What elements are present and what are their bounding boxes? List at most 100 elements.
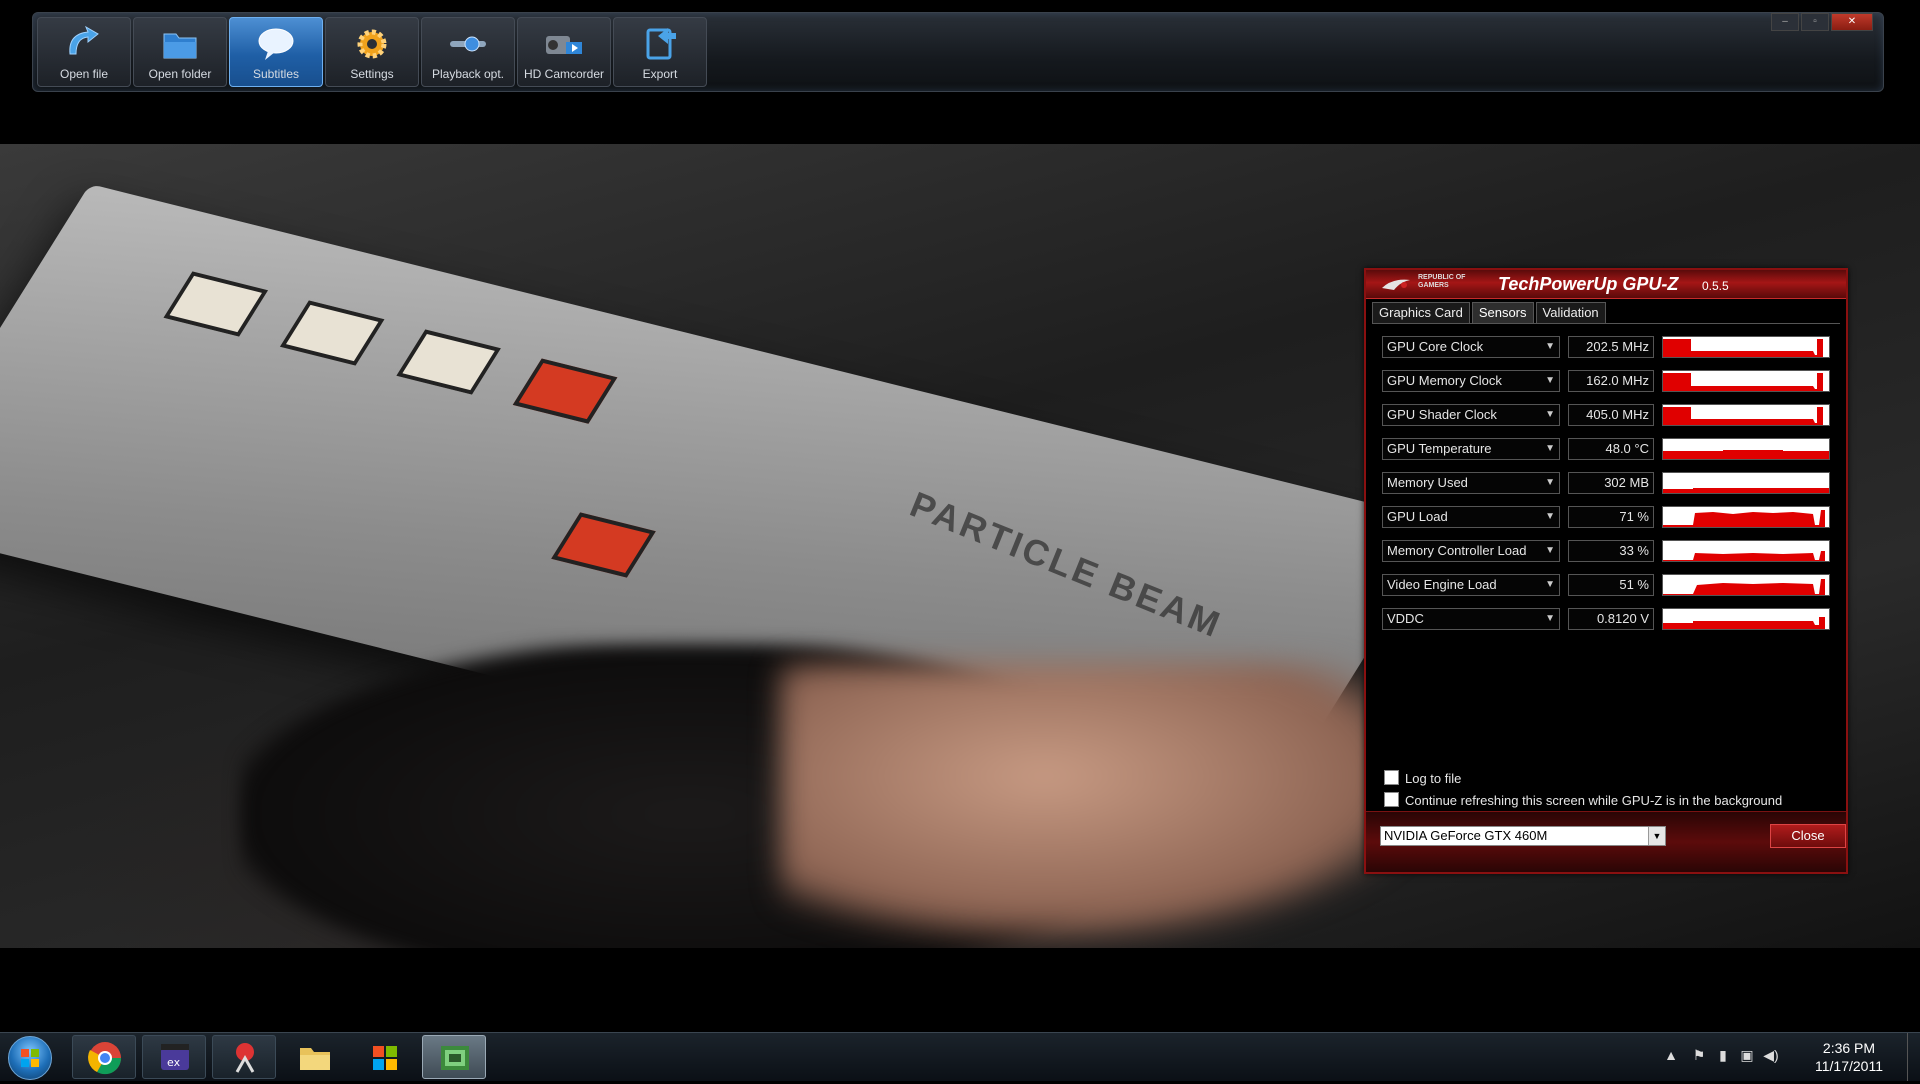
taskbar-explorer[interactable] [282,1035,346,1079]
settings-button[interactable]: Settings [325,17,419,87]
export-button[interactable]: Export [613,17,707,87]
volume-icon[interactable]: ◀) [1762,1047,1780,1065]
folder-icon [300,1048,330,1070]
action-center-flag-icon[interactable]: ⚑ [1690,1047,1708,1065]
windows-flag-icon [373,1046,397,1070]
slider-icon [450,36,486,52]
speech-bubble-icon [258,28,294,60]
clock[interactable]: 2:36 PM 11/17/2011 [1804,1039,1894,1075]
sensor-name: Video Engine Load [1387,577,1497,592]
sensor-name-dropdown[interactable]: VDDC ▼ [1382,608,1560,630]
tab-divider [1372,323,1840,324]
sensor-name: GPU Memory Clock [1387,373,1502,388]
gpu-select[interactable]: NVIDIA GeForce GTX 460M ▼ [1380,826,1666,846]
network-icon[interactable]: ▣ [1738,1047,1756,1065]
chevron-down-icon: ▼ [1545,341,1555,352]
sensor-name-dropdown[interactable]: Memory Used ▼ [1382,472,1560,494]
gpu-z-icon [441,1046,469,1070]
chevron-down-icon: ▼ [1545,375,1555,386]
sensor-name-dropdown[interactable]: Memory Controller Load ▼ [1382,540,1560,562]
log-to-file-option[interactable]: Log to file [1384,770,1461,786]
tab-sensors[interactable]: Sensors [1471,302,1534,323]
subtitles-label: Subtitles [252,67,300,81]
hd-camcorder-button[interactable]: HD Camcorder [517,17,611,87]
sensor-graph [1662,506,1830,528]
power-icon[interactable]: ▮ [1714,1047,1732,1065]
sensor-name-dropdown[interactable]: GPU Memory Clock ▼ [1382,370,1560,392]
tab-graphics-card[interactable]: Graphics Card [1372,302,1470,323]
sensor-name-dropdown[interactable]: GPU Shader Clock ▼ [1382,404,1560,426]
maximize-button[interactable]: ▫ [1801,13,1829,31]
sensor-name-dropdown[interactable]: GPU Core Clock ▼ [1382,336,1560,358]
taskbar-gpu-z[interactable] [422,1035,486,1079]
tab-validation[interactable]: Validation [1535,302,1606,323]
snipping-tool-icon [235,1043,255,1073]
log-to-file-label: Log to file [1405,771,1462,786]
close-button[interactable]: Close [1770,824,1846,848]
playback-options-label: Playback opt. [431,67,505,81]
chevron-down-icon: ▼ [1545,409,1555,420]
gpu-select-value: NVIDIA GeForce GTX 460M [1384,828,1548,843]
taskbar-chrome[interactable] [72,1035,136,1079]
show-hidden-icons-icon[interactable]: ▲ [1662,1047,1680,1065]
gpuz-window: REPUBLIC OF GAMERS TechPowerUp GPU-Z 0.5… [1364,268,1848,874]
playback-options-button[interactable]: Playback opt. [421,17,515,87]
taskbar-snipping-tool[interactable] [212,1035,276,1079]
sensor-name-dropdown[interactable]: Video Engine Load ▼ [1382,574,1560,596]
minimize-button[interactable]: – [1771,13,1799,31]
sensor-name-dropdown[interactable]: GPU Temperature ▼ [1382,438,1560,460]
folder-icon [163,33,197,59]
open-file-label: Open file [59,67,109,81]
sensor-row-video-engine-load: Video Engine Load ▼ 51 % [1382,572,1836,606]
sensor-row-gpu-shader-clock: GPU Shader Clock ▼ 405.0 MHz [1382,402,1836,436]
sensor-name: Memory Used [1387,475,1468,490]
taskbar-windows-app[interactable] [352,1035,416,1079]
sensor-value: 48.0 °C [1568,438,1654,460]
start-button[interactable] [8,1036,52,1080]
log-to-file-checkbox[interactable] [1384,770,1399,785]
continue-refresh-option[interactable]: Continue refreshing this screen while GP… [1384,792,1782,808]
sensor-graph [1662,438,1830,460]
toolbar-buttons: Open file Open folder Subtitles Settings… [37,17,707,87]
open-file-button[interactable]: Open file [37,17,131,87]
sensor-name: GPU Core Clock [1387,339,1484,354]
gear-icon [357,29,387,59]
rog-logo-text: REPUBLIC OF GAMERS [1418,274,1466,289]
sensor-row-gpu-core-clock: GPU Core Clock ▼ 202.5 MHz [1382,334,1836,368]
sensor-name: VDDC [1387,611,1424,626]
svg-text:ex: ex [167,1056,181,1069]
media-player-icon: ex [161,1044,189,1070]
sensor-value: 162.0 MHz [1568,370,1654,392]
clock-time: 2:36 PM [1822,1040,1876,1056]
system-tray: ▲ ⚑ ▮ ▣ ◀) 2:36 PM 11/17/2011 [1660,1033,1920,1081]
sensor-graph [1662,608,1830,630]
sensor-graph [1662,472,1830,494]
gpuz-title-bar[interactable]: REPUBLIC OF GAMERS TechPowerUp GPU-Z 0.5… [1366,270,1846,299]
sensor-graph [1662,370,1830,392]
gpuz-footer: NVIDIA GeForce GTX 460M ▼ Close [1366,811,1846,872]
camcorder-icon [546,36,582,54]
open-folder-label: Open folder [148,67,212,81]
sensor-row-vddc: VDDC ▼ 0.8120 V [1382,606,1836,640]
show-desktop-button[interactable] [1907,1033,1920,1081]
chrome-icon [88,1042,122,1075]
taskbar-media-player[interactable]: ex [142,1035,206,1079]
sensor-row-gpu-temperature: GPU Temperature ▼ 48.0 °C [1382,436,1836,470]
sensor-row-gpu-memory-clock: GPU Memory Clock ▼ 162.0 MHz [1382,368,1836,402]
sensor-value: 51 % [1568,574,1654,596]
continue-refresh-checkbox[interactable] [1384,792,1399,807]
window-close-button[interactable]: ✕ [1831,13,1873,31]
chevron-down-icon: ▼ [1545,613,1555,624]
sensor-row-memory-controller-load: Memory Controller Load ▼ 33 % [1382,538,1836,572]
panel-key-red [551,512,656,578]
sensor-value: 33 % [1568,540,1654,562]
sensor-graph [1662,574,1830,596]
open-folder-button[interactable]: Open folder [133,17,227,87]
sensor-graph [1662,336,1830,358]
panel-key [163,271,269,337]
sensor-name-dropdown[interactable]: GPU Load ▼ [1382,506,1560,528]
sensor-name: GPU Temperature [1387,441,1492,456]
subtitles-button[interactable]: Subtitles [229,17,323,87]
sensor-value: 202.5 MHz [1568,336,1654,358]
sensor-graph [1662,404,1830,426]
